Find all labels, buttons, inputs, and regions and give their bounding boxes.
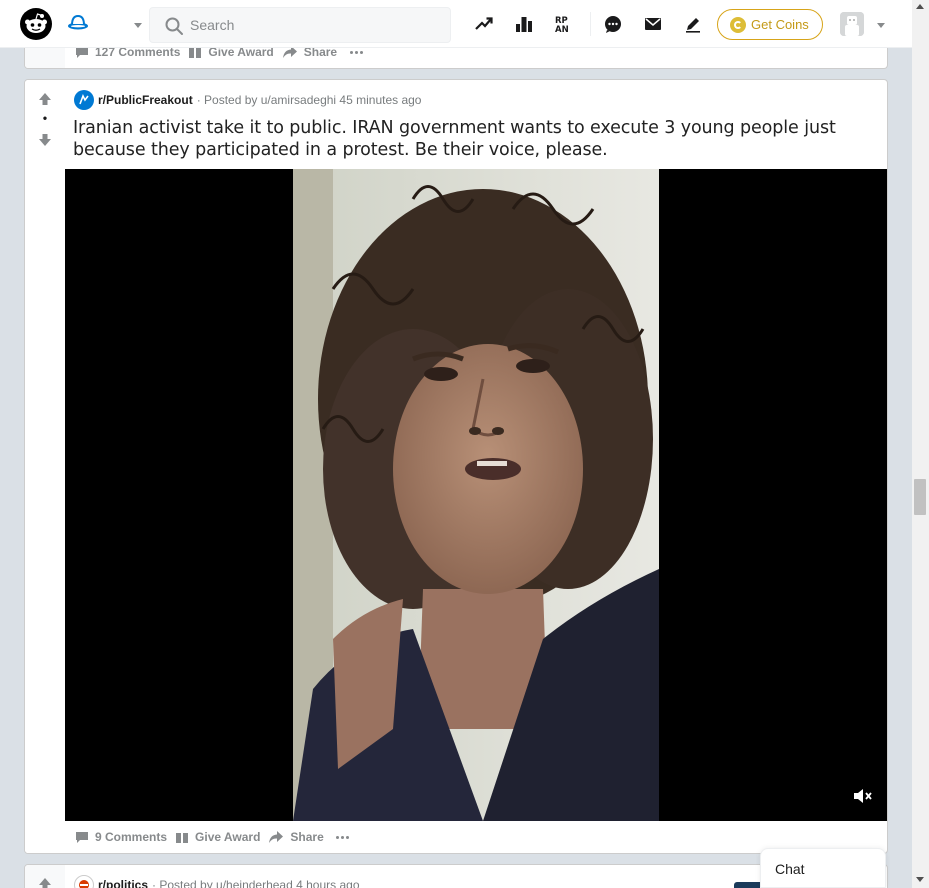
post-actions: 9 Comments Give Award Share [73,826,356,848]
chevron-down-icon[interactable] [132,18,144,30]
share-icon [269,831,284,843]
share-button[interactable]: Share [266,826,329,848]
vote-column [25,865,65,888]
upvote-icon[interactable] [37,91,53,107]
reddit-feed-page: RP AN Get Coins [0,0,929,888]
subreddit-link[interactable]: r/politics [98,878,148,888]
home-icon[interactable] [66,12,90,36]
leaderboard-icon[interactable] [512,12,536,36]
comments-button[interactable]: 9 Comments [73,826,173,848]
post-meta: r/politics · Posted by u/heinderhead 4 h… [74,875,360,888]
video-frame [293,169,659,821]
header-divider [590,12,591,36]
post-title[interactable]: Iranian activist take it to public. IRAN… [73,117,883,161]
upvote-icon[interactable] [37,876,53,888]
subreddit-link[interactable]: r/PublicFreakout [98,93,193,107]
scroll-thumb[interactable] [914,479,926,515]
scroll-down-arrow[interactable] [916,877,924,882]
reddit-logo-icon[interactable] [20,8,52,40]
scrollbar[interactable] [912,0,929,888]
scroll-up-arrow[interactable] [916,4,924,9]
comments-count: 9 Comments [95,830,168,844]
top-header: RP AN Get Coins [0,0,912,48]
search-bar[interactable] [149,7,451,43]
pencil-icon[interactable] [681,12,705,36]
mute-icon[interactable] [851,785,873,807]
give-award-button[interactable]: Give Award [173,826,266,848]
svg-text:AN: AN [555,25,569,34]
gift-icon [176,833,189,843]
posted-by: · Posted by u/amirsadeghi 45 minutes ago [196,93,422,107]
post-card[interactable]: • r/PublicFreakout · Posted by u/amirsad… [24,79,888,854]
post-meta: r/PublicFreakout · Posted by u/amirsadeg… [74,90,421,110]
vote-column: • [25,80,65,853]
share-label: Share [290,830,324,844]
comment-icon [76,832,88,843]
subreddit-icon[interactable] [74,90,94,110]
posted-by: · Posted by u/heinderhead 4 hours ago [152,878,360,888]
more-options-icon[interactable] [330,826,356,848]
trending-icon[interactable] [472,12,496,36]
mail-icon[interactable] [641,12,665,36]
chat-label: Chat [775,861,805,877]
search-input[interactable] [190,8,440,42]
give-award-label: Give Award [195,830,261,844]
downvote-icon[interactable] [37,132,53,148]
vote-count: • [42,111,48,125]
coin-icon [730,16,746,33]
search-icon [164,16,184,36]
rpan-icon[interactable]: RP AN [552,12,576,36]
chat-button[interactable]: Chat [760,848,886,888]
video-player[interactable] [65,169,887,821]
avatar[interactable] [840,12,864,36]
get-coins-label: Get Coins [751,17,809,32]
get-coins-button[interactable]: Get Coins [717,9,823,40]
subreddit-icon[interactable] [74,875,94,888]
chevron-down-icon[interactable] [875,18,887,30]
chat-icon[interactable] [601,12,625,36]
